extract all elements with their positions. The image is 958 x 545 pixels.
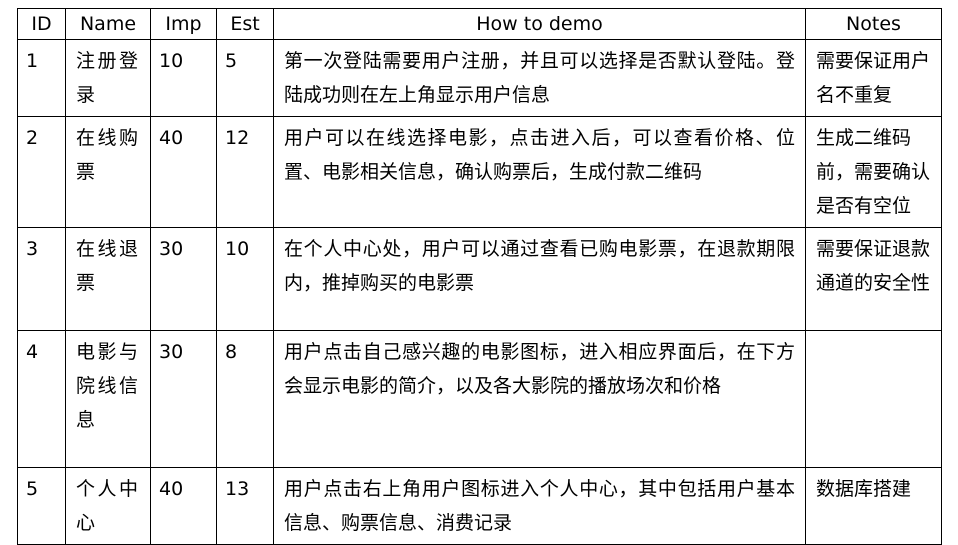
- cell-est: 8: [216, 330, 274, 468]
- cell-id: 5: [17, 467, 66, 545]
- cell-est: 10: [216, 227, 274, 331]
- header-id: ID: [17, 8, 66, 40]
- header-est: Est: [216, 8, 274, 40]
- cell-how-to-demo: 在个人中心处，用户可以通过查看已购电影票，在退款期限内，推掉购买的电影票: [273, 227, 806, 331]
- cell-imp: 40: [150, 116, 217, 228]
- cell-name: 电影与院线信息: [65, 330, 151, 468]
- cell-est: 13: [216, 467, 274, 545]
- header-notes: Notes: [805, 8, 942, 40]
- header-name: Name: [65, 8, 151, 40]
- table-row: 4 电影与院线信息 30 8 用户点击自己感兴趣的电影图标，进入相应界面后，在下…: [17, 330, 942, 468]
- table-row: 1 注册登录 10 5 第一次登陆需要用户注册，并且可以选择是否默认登陆。登陆成…: [17, 39, 942, 117]
- table-row: 5 个人中心 40 13 用户点击右上角用户图标进入个人中心，其中包括用户基本信…: [17, 467, 942, 545]
- product-backlog-table: ID Name Imp Est How to demo Notes 1 注册登录…: [17, 8, 942, 545]
- cell-name: 在线退票: [65, 227, 151, 331]
- cell-notes: 需要保证退款通道的安全性: [805, 227, 942, 331]
- cell-notes: [805, 330, 942, 468]
- cell-how-to-demo: 第一次登陆需要用户注册，并且可以选择是否默认登陆。登陆成功则在左上角显示用户信息: [273, 39, 806, 117]
- cell-id: 3: [17, 227, 66, 331]
- cell-id: 2: [17, 116, 66, 228]
- header-imp: Imp: [150, 8, 217, 40]
- cell-imp: 40: [150, 467, 217, 545]
- cell-name: 注册登录: [65, 39, 151, 117]
- cell-how-to-demo: 用户点击右上角用户图标进入个人中心，其中包括用户基本信息、购票信息、消费记录: [273, 467, 806, 545]
- cell-how-to-demo: 用户点击自己感兴趣的电影图标，进入相应界面后，在下方会显示电影的简介，以及各大影…: [273, 330, 806, 468]
- cell-name: 在线购票: [65, 116, 151, 228]
- cell-imp: 10: [150, 39, 217, 117]
- cell-imp: 30: [150, 330, 217, 468]
- header-how-to-demo: How to demo: [273, 8, 806, 40]
- cell-notes: 生成二维码前，需要确认是否有空位: [805, 116, 942, 228]
- cell-how-to-demo: 用户可以在线选择电影，点击进入后，可以查看价格、位置、电影相关信息，确认购票后，…: [273, 116, 806, 228]
- cell-est: 12: [216, 116, 274, 228]
- table-row: 3 在线退票 30 10 在个人中心处，用户可以通过查看已购电影票，在退款期限内…: [17, 227, 942, 331]
- table-row: 2 在线购票 40 12 用户可以在线选择电影，点击进入后，可以查看价格、位置、…: [17, 116, 942, 228]
- cell-imp: 30: [150, 227, 217, 331]
- header-row: ID Name Imp Est How to demo Notes: [17, 8, 942, 40]
- cell-est: 5: [216, 39, 274, 117]
- cell-id: 1: [17, 39, 66, 117]
- cell-notes: 数据库搭建: [805, 467, 942, 545]
- cell-notes: 需要保证用户名不重复: [805, 39, 942, 117]
- cell-name: 个人中心: [65, 467, 151, 545]
- cell-id: 4: [17, 330, 66, 468]
